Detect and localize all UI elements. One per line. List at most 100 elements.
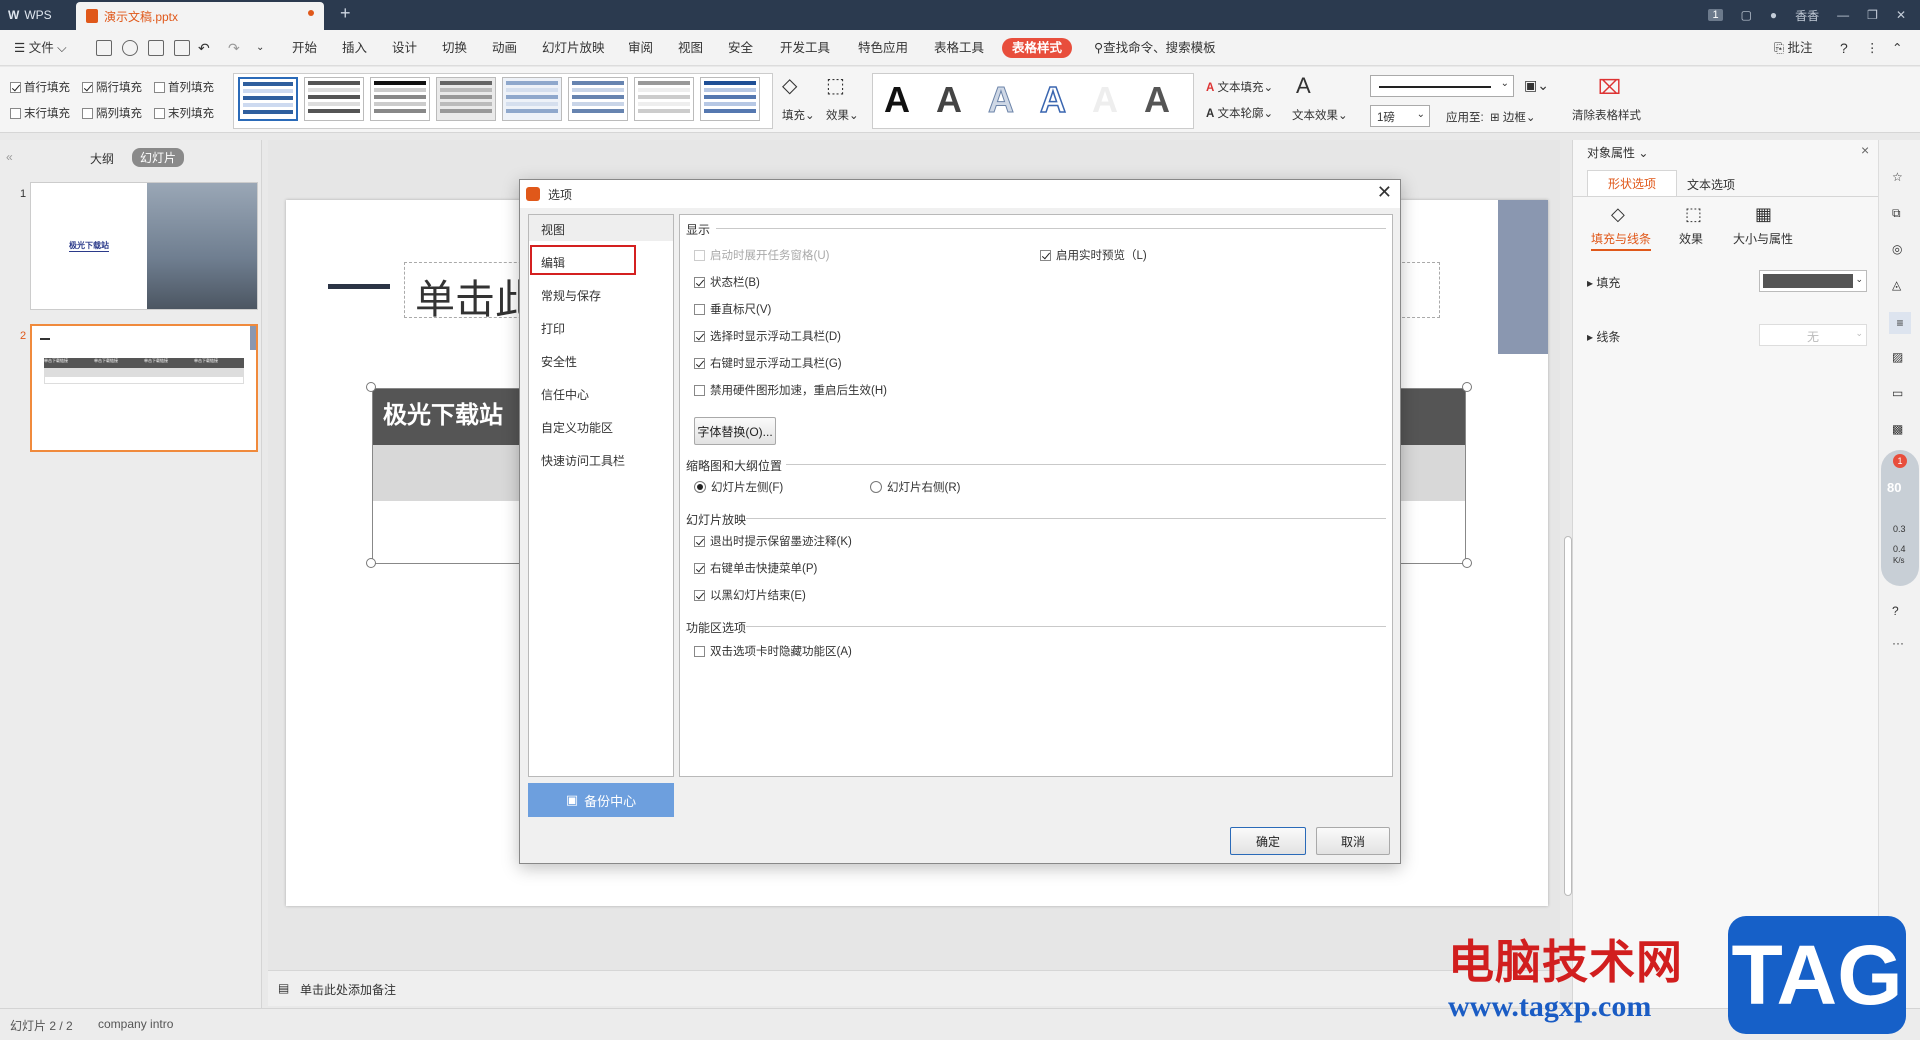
table-style-thumb[interactable] <box>700 77 760 121</box>
collapse-ribbon-icon[interactable]: ⌃ <box>1892 30 1902 66</box>
slide-thumbnail-1[interactable]: 极光下载站 <box>30 182 258 310</box>
nav-quick-access[interactable]: 快速访问工具栏 <box>541 452 625 469</box>
save-icon[interactable] <box>96 40 112 56</box>
disable-hw-accel-checkbox[interactable]: 禁用硬件图形加速，重启后生效(H) <box>694 382 887 398</box>
subtab-size[interactable]: 大小与属性 <box>1733 230 1793 247</box>
maximize-icon[interactable]: ❐ <box>1867 8 1878 22</box>
new-tab-button[interactable]: + <box>340 3 351 24</box>
copy-icon[interactable]: ⧉ <box>1892 206 1901 221</box>
tab-shape-options[interactable]: 形状选项 <box>1587 170 1677 196</box>
text-effect-button[interactable]: 文本效果⌄ <box>1292 107 1348 123</box>
table-style-thumb[interactable] <box>238 77 298 121</box>
more-icon[interactable]: ⋮ <box>1866 30 1879 66</box>
shape-fill-icon[interactable]: ◇ <box>782 73 797 98</box>
shape-effect-icon[interactable]: ⬚ <box>826 73 845 98</box>
menu-table-tools[interactable]: 表格工具 <box>934 30 984 66</box>
fill-color-select[interactable]: ⌄ <box>1759 270 1867 292</box>
user-name[interactable]: 香香 <box>1795 7 1819 24</box>
nav-security[interactable]: 安全性 <box>541 353 577 370</box>
float-toolbar-rightclick-checkbox[interactable]: 右键时显示浮动工具栏(G) <box>694 355 842 371</box>
first-row-fill-checkbox[interactable]: 首行填充 <box>10 79 70 95</box>
resize-handle[interactable] <box>366 382 376 392</box>
subtab-effect[interactable]: 效果 <box>1679 230 1703 247</box>
table-style-thumb[interactable] <box>502 77 562 121</box>
fill-section[interactable]: ▸ 填充 <box>1587 274 1620 291</box>
resize-handle[interactable] <box>1462 382 1472 392</box>
command-search[interactable]: ⚲查找命令、搜索模板 <box>1094 30 1216 66</box>
close-window-icon[interactable]: ✕ <box>1896 8 1906 22</box>
slide-thumbnail-2[interactable]: 单击下载链接 单击下载链接 单击下载链接 单击下载链接 <box>30 324 258 452</box>
menu-review[interactable]: 审阅 <box>628 30 653 66</box>
fill-bucket-icon[interactable]: ◬ <box>1892 278 1901 292</box>
table-style-thumb[interactable] <box>436 77 496 121</box>
menu-table-style[interactable]: 表格样式 <box>1002 38 1073 58</box>
image-icon[interactable]: ▩ <box>1892 422 1903 436</box>
realtime-preview-checkbox[interactable]: 启用实时预览（L) <box>1040 247 1147 263</box>
document-tab[interactable]: 演示文稿.pptx <box>76 2 324 30</box>
subtab-fill-line[interactable]: 填充与线条 <box>1591 230 1652 251</box>
ok-button[interactable]: 确定 <box>1230 827 1306 855</box>
wordart-style[interactable]: A <box>1092 79 1118 121</box>
menu-developer[interactable]: 开发工具 <box>780 30 830 66</box>
effect-button[interactable]: 效果⌄ <box>826 107 859 123</box>
undo-icon[interactable]: ↶ <box>198 30 210 66</box>
tab-slides[interactable]: 幻灯片 <box>132 148 185 167</box>
wordart-style[interactable]: A <box>1039 78 1067 121</box>
nav-customize-ribbon[interactable]: 自定义功能区 <box>541 419 613 436</box>
menu-design[interactable]: 设计 <box>392 30 417 66</box>
text-outline-button[interactable]: A 文本轮廓⌄ <box>1206 105 1273 121</box>
collapse-panel-icon[interactable]: « <box>6 150 13 164</box>
thumb-right-radio[interactable]: 幻灯片右侧(R) <box>870 479 960 495</box>
nav-trust-center[interactable]: 信任中心 <box>541 386 589 403</box>
skin-icon[interactable]: ▢ <box>1741 8 1752 22</box>
first-column-fill-checkbox[interactable]: 首列填充 <box>154 79 214 95</box>
tab-outline[interactable]: 大纲 <box>90 150 114 167</box>
close-panel-icon[interactable]: × <box>1861 142 1869 158</box>
banded-rows-checkbox[interactable]: 隔行填充 <box>82 79 142 95</box>
wordart-style[interactable]: A <box>884 79 910 121</box>
menu-start[interactable]: 开始 <box>292 30 317 66</box>
menu-insert[interactable]: 插入 <box>342 30 367 66</box>
nav-print[interactable]: 打印 <box>541 320 565 337</box>
rightclick-menu-checkbox[interactable]: 右键单击快捷菜单(P) <box>694 560 817 576</box>
wordart-style[interactable]: A <box>988 79 1015 121</box>
file-menu[interactable]: ☰ 文件 ⌵ <box>14 30 67 66</box>
expand-taskpane-checkbox[interactable]: 启动时展开任务窗格(U) <box>694 247 829 263</box>
text-fill-button[interactable]: A 文本填充⌄ <box>1206 79 1273 95</box>
more-options-icon[interactable]: ··· <box>1892 636 1904 650</box>
line-section[interactable]: ▸ 线条 <box>1587 328 1620 345</box>
fill-button[interactable]: 填充⌄ <box>782 107 815 123</box>
speed-widget[interactable]: 1 80 0.3 0.4 K/s <box>1881 450 1919 586</box>
star-icon[interactable]: ☆ <box>1892 170 1903 184</box>
thumb-left-radio[interactable]: 幻灯片左侧(F) <box>694 479 783 495</box>
backup-icon[interactable]: ▭ <box>1892 386 1903 400</box>
cancel-button[interactable]: 取消 <box>1316 827 1390 855</box>
last-row-fill-checkbox[interactable]: 末行填充 <box>10 105 70 121</box>
backup-center-button[interactable]: ▣ 备份中心 <box>528 783 674 817</box>
comment-button[interactable]: ⎘ 批注 <box>1774 30 1813 66</box>
resize-handle[interactable] <box>1462 558 1472 568</box>
end-black-slide-checkbox[interactable]: 以黑幻灯片结束(E) <box>694 587 806 603</box>
help-button[interactable]: ? <box>1840 30 1848 66</box>
nav-view[interactable]: 视图 <box>541 221 565 238</box>
table-style-thumb[interactable] <box>370 77 430 121</box>
text-effect-icon[interactable]: A <box>1296 73 1311 99</box>
menu-view[interactable]: 视图 <box>678 30 703 66</box>
vertical-ruler-checkbox[interactable]: 垂直标尺(V) <box>694 301 771 317</box>
picture-frame-icon[interactable]: ▨ <box>1892 350 1903 364</box>
banded-columns-checkbox[interactable]: 隔列填充 <box>82 105 142 121</box>
last-column-fill-checkbox[interactable]: 末列填充 <box>154 105 214 121</box>
float-toolbar-select-checkbox[interactable]: 选择时显示浮动工具栏(D) <box>694 328 841 344</box>
keep-ink-checkbox[interactable]: 退出时提示保留墨迹注释(K) <box>694 533 852 549</box>
line-select[interactable]: 无 ⌄ <box>1759 324 1867 346</box>
wordart-style[interactable]: A <box>1144 79 1170 121</box>
notes-bar[interactable]: ▤ 单击此处添加备注 <box>268 970 1560 1006</box>
notification-badge[interactable]: 1 <box>1708 9 1723 21</box>
menu-animation[interactable]: 动画 <box>492 30 517 66</box>
avatar[interactable]: ● <box>1770 8 1777 22</box>
wordart-style[interactable]: A <box>936 79 962 121</box>
menu-special[interactable]: 特色应用 <box>858 30 908 66</box>
menu-slideshow[interactable]: 幻灯片放映 <box>542 30 605 66</box>
tab-text-options[interactable]: 文本选项 <box>1687 176 1735 193</box>
properties-icon[interactable]: ≡ <box>1889 312 1911 334</box>
